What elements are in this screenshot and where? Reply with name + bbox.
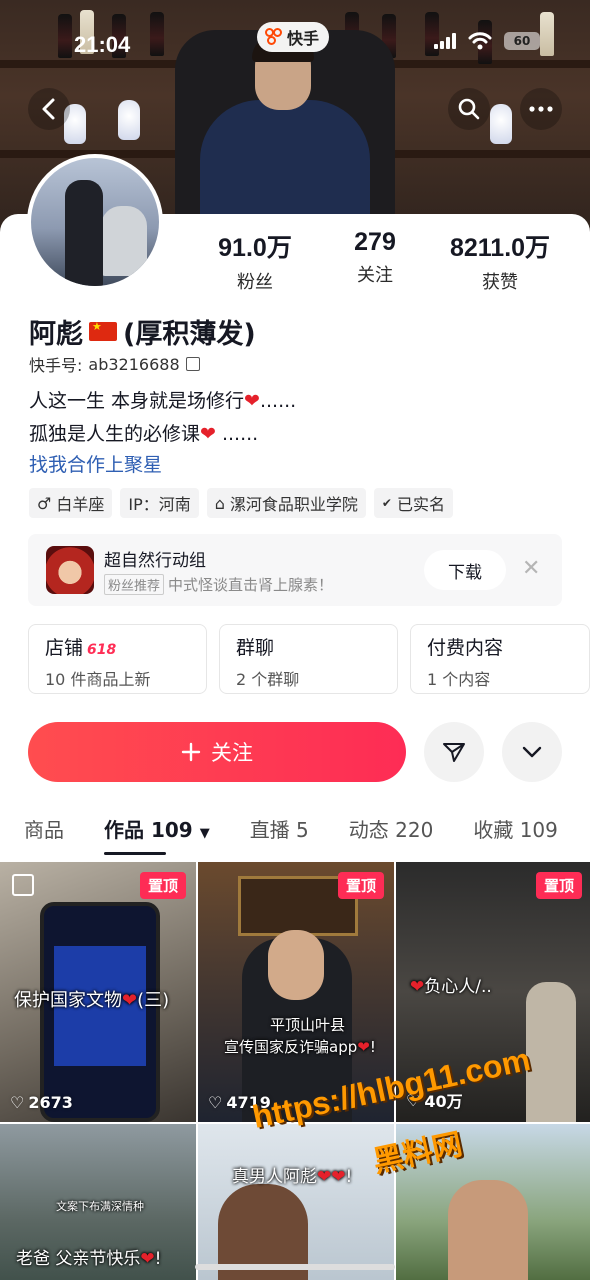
content-tabs: 商品 作品 109 ▼ 直播 5 动态 220 收藏 109 <box>24 814 558 855</box>
bio-line: 孤独是人生的必修课❤ ...... <box>29 423 259 445</box>
chevron-left-icon <box>42 98 55 120</box>
promo-subtitle: 粉丝推荐 中式怪谈直击肾上腺素！ <box>104 574 333 595</box>
vase <box>118 100 140 140</box>
feature-entries: 店铺 618 10 件商品上新 群聊 2 个群聊 付费内容 1 个内容 <box>28 624 590 694</box>
status-bar: 21:04 快手 60 <box>0 0 590 82</box>
person-photo <box>448 1180 528 1280</box>
heart-icon: ❤ <box>200 423 216 445</box>
video-caption: 平顶山叶县 <box>270 1016 346 1034</box>
promo-banner[interactable]: 超自然行动组 粉丝推荐 中式怪谈直击肾上腺素！ 下载 ✕ <box>28 534 562 606</box>
promo-title: 超自然行动组 <box>104 551 206 571</box>
sale-badge: 618 <box>87 642 117 658</box>
video-caption: 保护国家文物❤(三) <box>14 990 170 1011</box>
verified-shield-icon: ✔ <box>381 496 392 510</box>
video-tile[interactable]: 文案下布满深情种 老爸 父亲节快乐❤! <box>0 1124 196 1280</box>
home-indicator[interactable] <box>195 1264 395 1270</box>
tab-favorites[interactable]: 收藏 109 <box>473 814 558 843</box>
pinned-badge: 置顶 <box>139 872 186 899</box>
video-caption: ❤负心人/.. <box>410 977 492 997</box>
stat-label: 关注 <box>357 265 393 286</box>
user-id[interactable]: 快手号: ab3216688 <box>29 352 200 376</box>
bio-line: 人这一生 本身就是场修行❤...... <box>29 390 297 412</box>
stat-label: 粉丝 <box>237 272 273 293</box>
profile-name-text: 阿彪 <box>29 319 83 350</box>
china-flag-icon <box>89 320 117 341</box>
more-button[interactable] <box>520 88 562 130</box>
profile-stats: 91.0万 粉丝 279 关注 8211.0万 获赞 <box>190 228 580 294</box>
stat-value: 91.0万 <box>218 234 292 262</box>
person-photo <box>526 982 576 1122</box>
video-caption: 宣传国家反诈骗app❤! <box>224 1038 376 1056</box>
app-badge-label: 快手 <box>287 29 320 48</box>
tab-moments[interactable]: 动态 220 <box>349 814 434 843</box>
video-caption: 老爸 父亲节快乐❤! <box>16 1249 162 1269</box>
more-icon <box>529 106 553 112</box>
heart-outline-icon: ♡ <box>10 1093 25 1112</box>
follow-button[interactable]: 关注 <box>28 722 406 782</box>
stat-likes[interactable]: 8211.0万 获赞 <box>430 228 570 294</box>
tag-zodiac: ♂ 白羊座 <box>29 488 113 518</box>
tab-works[interactable]: 作品 109 ▼ <box>104 814 210 855</box>
chevron-down-icon <box>522 746 542 758</box>
app-badge: 快手 <box>257 22 330 52</box>
status-icons: 60 <box>434 32 540 50</box>
battery-icon: 60 <box>504 32 540 50</box>
plus-icon <box>181 742 201 762</box>
stat-value: 279 <box>354 228 396 256</box>
pinned-badge: 置顶 <box>337 872 384 899</box>
share-button[interactable] <box>424 722 484 782</box>
male-icon: ♂ <box>37 493 52 513</box>
wifi-icon <box>468 32 492 50</box>
stat-followers[interactable]: 91.0万 粉丝 <box>190 228 320 294</box>
expand-button[interactable] <box>502 722 562 782</box>
heart-icon: ❤ <box>244 390 260 412</box>
back-button[interactable] <box>28 88 70 130</box>
like-count: ♡ 2673 <box>10 1093 73 1112</box>
close-icon[interactable]: ✕ <box>522 556 540 581</box>
kuaishou-logo-icon <box>265 28 283 46</box>
profile-name-suffix: (厚积薄发) <box>123 319 256 350</box>
entry-shop[interactable]: 店铺 618 10 件商品上新 <box>28 624 207 694</box>
profile-name: 阿彪 (厚积薄发) <box>29 312 256 351</box>
promo-badge: 粉丝推荐 <box>104 574 165 595</box>
tag-verified: ✔ 已实名 <box>373 488 453 518</box>
dropdown-caret-icon[interactable]: ▼ <box>200 826 210 841</box>
tab-live[interactable]: 直播 5 <box>250 814 309 843</box>
profile-tags: ♂ 白羊座 IP：河南 ⌂ 漯河食品职业学院 ✔ 已实名 <box>29 488 453 518</box>
entry-paid-content[interactable]: 付费内容 1 个内容 <box>410 624 590 694</box>
signal-icon <box>434 33 456 49</box>
entry-group-chat[interactable]: 群聊 2 个群聊 <box>219 624 398 694</box>
video-caption: 文案下布满深情种 <box>56 1200 144 1213</box>
copy-icon[interactable] <box>185 357 200 371</box>
video-tile[interactable]: 真男人阿彪❤❤! <box>198 1124 394 1280</box>
download-button[interactable]: 下载 <box>424 550 506 590</box>
send-icon <box>443 743 465 762</box>
search-icon <box>458 98 480 120</box>
avatar[interactable] <box>27 154 163 290</box>
heart-outline-icon: ♡ <box>208 1093 223 1112</box>
search-button[interactable] <box>448 88 490 130</box>
user-id-value: ab3216688 <box>88 354 180 374</box>
school-icon: ⌂ <box>214 493 225 513</box>
status-time: 21:04 <box>74 32 131 57</box>
collab-link[interactable]: 找我合作上聚星 <box>29 450 162 477</box>
stat-value: 8211.0万 <box>449 234 551 262</box>
stat-following[interactable]: 279 关注 <box>320 228 430 294</box>
video-tile[interactable]: 置顶 保护国家文物❤(三) ♡ 2673 <box>0 862 196 1122</box>
stat-label: 获赞 <box>482 272 518 293</box>
pinned-badge: 置顶 <box>535 872 582 899</box>
video-caption: 真男人阿彪❤❤! <box>232 1167 353 1187</box>
image-post-icon <box>12 874 34 896</box>
vase <box>490 104 512 144</box>
phone-photo <box>40 902 160 1122</box>
tab-products[interactable]: 商品 <box>24 814 64 843</box>
tag-school[interactable]: ⌂ 漯河食品职业学院 <box>206 488 366 518</box>
tag-ip-location: IP：河南 <box>120 488 199 518</box>
promo-game-icon <box>46 546 94 594</box>
user-id-label: 快手号: <box>29 356 83 375</box>
follow-label: 关注 <box>211 741 253 765</box>
